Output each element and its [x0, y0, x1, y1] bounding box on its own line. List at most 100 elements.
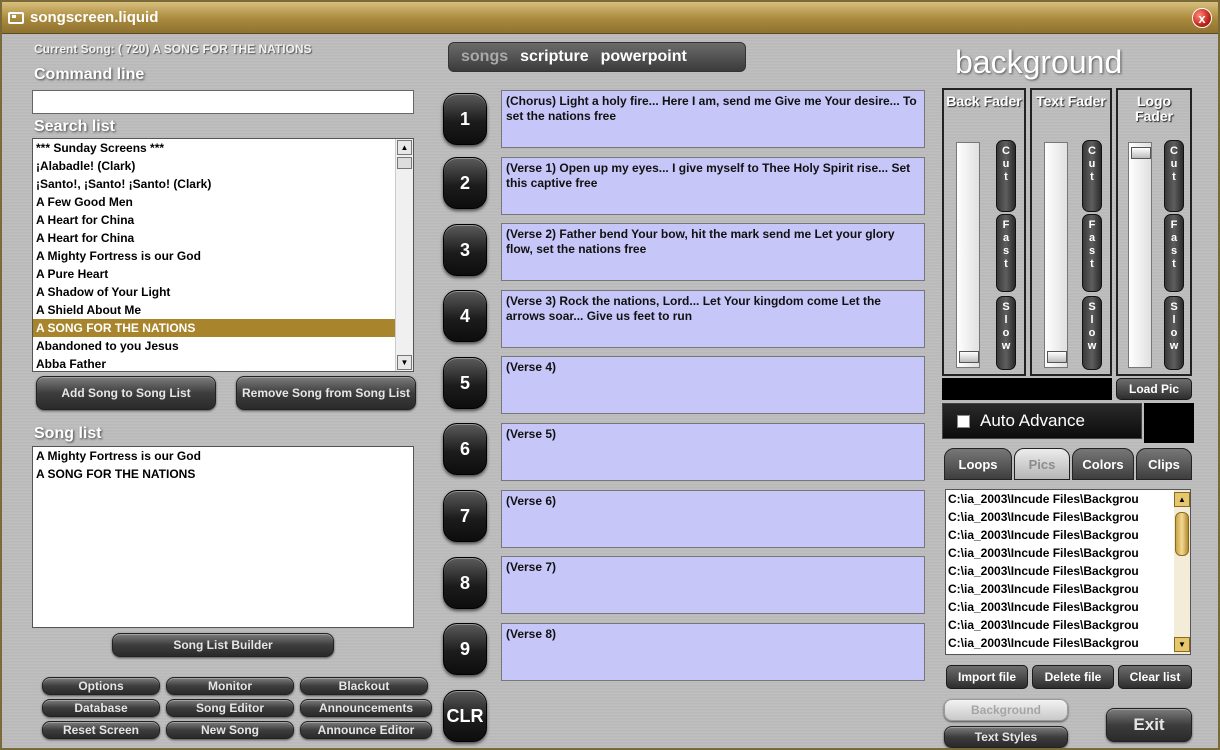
tab-pics[interactable]: Pics: [1014, 448, 1070, 480]
reset-screen-button[interactable]: Reset Screen: [42, 721, 160, 739]
search-list-item[interactable]: A Pure Heart: [33, 265, 413, 283]
verse-slot-7[interactable]: (Verse 6): [501, 490, 925, 548]
text-slow-button[interactable]: Slow: [1082, 296, 1102, 370]
tab-loops[interactable]: Loops: [944, 448, 1012, 480]
file-scroll-down-icon[interactable]: ▼: [1174, 637, 1190, 652]
tab-scripture[interactable]: scripture: [520, 48, 588, 66]
search-list[interactable]: *** Sunday Screens *** ¡Alabadle! (Clark)…: [32, 138, 414, 372]
tab-songs[interactable]: songs: [461, 48, 508, 66]
logo-fader-knob[interactable]: [1131, 147, 1151, 159]
background-file-list[interactable]: C:\ia_2003\Incude Files\Backgrou C:\ia_20…: [945, 489, 1191, 655]
verse-button-1[interactable]: 1: [443, 93, 487, 145]
back-fast-button[interactable]: Fast: [996, 214, 1016, 292]
file-scroll-up-icon[interactable]: ▲: [1174, 492, 1190, 507]
search-list-item[interactable]: A SONG FOR THE NATIONS: [33, 319, 413, 337]
file-list-item[interactable]: C:\ia_2003\Incude Files\Backgrou: [946, 616, 1174, 634]
song-editor-button[interactable]: Song Editor: [166, 699, 294, 717]
verse-button-8[interactable]: 8: [443, 557, 487, 609]
search-list-item[interactable]: A Shadow of Your Light: [33, 283, 413, 301]
verse-button-4[interactable]: 4: [443, 290, 487, 342]
new-song-button[interactable]: New Song: [166, 721, 294, 739]
logo-slow-button[interactable]: Slow: [1164, 296, 1184, 370]
file-list-item[interactable]: C:\ia_2003\Incude Files\Backgrou: [946, 562, 1174, 580]
text-fader-track[interactable]: [1044, 142, 1068, 368]
verse-button-6[interactable]: 6: [443, 423, 487, 475]
file-list-item[interactable]: C:\ia_2003\Incude Files\Backgrou: [946, 598, 1174, 616]
remove-song-button[interactable]: Remove Song from Song List: [236, 376, 416, 410]
back-fader-knob[interactable]: [959, 351, 979, 363]
clear-list-button[interactable]: Clear list: [1118, 665, 1192, 689]
verse-slot-8[interactable]: (Verse 7): [501, 556, 925, 614]
monitor-button[interactable]: Monitor: [166, 677, 294, 695]
file-list-item[interactable]: C:\ia_2003\Incude Files\Backgrou: [946, 544, 1174, 562]
search-list-item[interactable]: A Few Good Men: [33, 193, 413, 211]
background-button[interactable]: Background: [944, 699, 1068, 721]
verse-slot-1[interactable]: (Chorus) Light a holy fire... Here I am,…: [501, 90, 925, 148]
verse-slot-6[interactable]: (Verse 5): [501, 423, 925, 481]
verse-slot-5[interactable]: (Verse 4): [501, 356, 925, 414]
blackout-button[interactable]: Blackout: [300, 677, 428, 695]
command-line-input[interactable]: [32, 90, 414, 114]
verse-slot-3[interactable]: (Verse 2) Father bend Your bow, hit the …: [501, 223, 925, 281]
song-list[interactable]: A Mighty Fortress is our God A SONG FOR T…: [32, 446, 414, 628]
logo-fader-track[interactable]: [1128, 142, 1152, 368]
search-list-item[interactable]: A Heart for China: [33, 229, 413, 247]
verse-button-2[interactable]: 2: [443, 157, 487, 209]
back-fader-track[interactable]: [956, 142, 980, 368]
verse-button-7[interactable]: 7: [443, 490, 487, 542]
text-fader-knob[interactable]: [1047, 351, 1067, 363]
search-list-item[interactable]: A Mighty Fortress is our God: [33, 247, 413, 265]
file-list-item[interactable]: C:\ia_2003\Incude Files\Backgrou: [946, 508, 1174, 526]
search-list-item[interactable]: ¡Alabadle! (Clark): [33, 157, 413, 175]
search-list-item[interactable]: A Heart for China: [33, 211, 413, 229]
file-list-item[interactable]: C:\ia_2003\Incude Files\Backgrou: [946, 580, 1174, 598]
verse-button-9[interactable]: 9: [443, 623, 487, 675]
search-list-item[interactable]: Abandoned to you Jesus: [33, 337, 413, 355]
verse-button-5[interactable]: 5: [443, 357, 487, 409]
load-pic-button[interactable]: Load Pic: [1116, 378, 1192, 400]
verse-slot-9[interactable]: (Verse 8): [501, 623, 925, 681]
search-list-item[interactable]: Abba Father: [33, 355, 413, 371]
text-fast-button[interactable]: Fast: [1082, 214, 1102, 292]
search-list-item[interactable]: *** Sunday Screens ***: [33, 139, 413, 157]
tab-colors[interactable]: Colors: [1072, 448, 1134, 480]
import-file-button[interactable]: Import file: [946, 665, 1028, 689]
back-cut-button[interactable]: Cut: [996, 140, 1016, 212]
tab-powerpoint[interactable]: powerpoint: [601, 48, 687, 66]
search-list-scrollbar[interactable]: ▲ ▼: [395, 139, 413, 371]
search-list-item[interactable]: A Shield About Me: [33, 301, 413, 319]
text-cut-button[interactable]: Cut: [1082, 140, 1102, 212]
tab-clips[interactable]: Clips: [1136, 448, 1192, 480]
file-list-scrollbar[interactable]: ▲ ▼: [1174, 490, 1190, 654]
database-button[interactable]: Database: [42, 699, 160, 717]
file-scroll-thumb[interactable]: [1175, 512, 1189, 556]
song-list-builder-button[interactable]: Song List Builder: [112, 633, 334, 657]
close-button[interactable]: x: [1192, 8, 1212, 28]
auto-advance-checkbox[interactable]: [957, 414, 970, 428]
song-list-item[interactable]: A SONG FOR THE NATIONS: [33, 465, 413, 483]
file-list-item[interactable]: C:\ia_2003\Incude Files\Backgrou: [946, 490, 1174, 508]
song-list-item[interactable]: A Mighty Fortress is our God: [33, 447, 413, 465]
logo-cut-button[interactable]: Cut: [1164, 140, 1184, 212]
text-styles-button[interactable]: Text Styles: [944, 726, 1068, 748]
delete-file-button[interactable]: Delete file: [1032, 665, 1114, 689]
announcements-button[interactable]: Announcements: [300, 699, 432, 717]
search-list-item[interactable]: ¡Santo!, ¡Santo! ¡Santo! (Clark): [33, 175, 413, 193]
scroll-down-icon[interactable]: ▼: [397, 355, 412, 370]
exit-button[interactable]: Exit: [1106, 708, 1192, 742]
verse-slot-2[interactable]: (Verse 1) Open up my eyes... I give myse…: [501, 157, 925, 215]
app-window: songscreen.liquid x Current Song: ( 720)…: [0, 0, 1220, 750]
scroll-thumb[interactable]: [397, 157, 412, 169]
announce-editor-button[interactable]: Announce Editor: [300, 721, 432, 739]
auto-advance-toggle[interactable]: Auto Advance: [942, 403, 1142, 439]
clear-button[interactable]: CLR: [443, 690, 487, 742]
back-slow-button[interactable]: Slow: [996, 296, 1016, 370]
options-button[interactable]: Options: [42, 677, 160, 695]
add-song-button[interactable]: Add Song to Song List: [36, 376, 216, 410]
file-list-item[interactable]: C:\ia_2003\Incude Files\Backgrou: [946, 526, 1174, 544]
file-list-item[interactable]: C:\ia_2003\Incude Files\Backgrou: [946, 634, 1174, 652]
verse-button-3[interactable]: 3: [443, 224, 487, 276]
scroll-up-icon[interactable]: ▲: [397, 140, 412, 155]
logo-fast-button[interactable]: Fast: [1164, 214, 1184, 292]
verse-slot-4[interactable]: (Verse 3) Rock the nations, Lord... Let …: [501, 290, 925, 348]
